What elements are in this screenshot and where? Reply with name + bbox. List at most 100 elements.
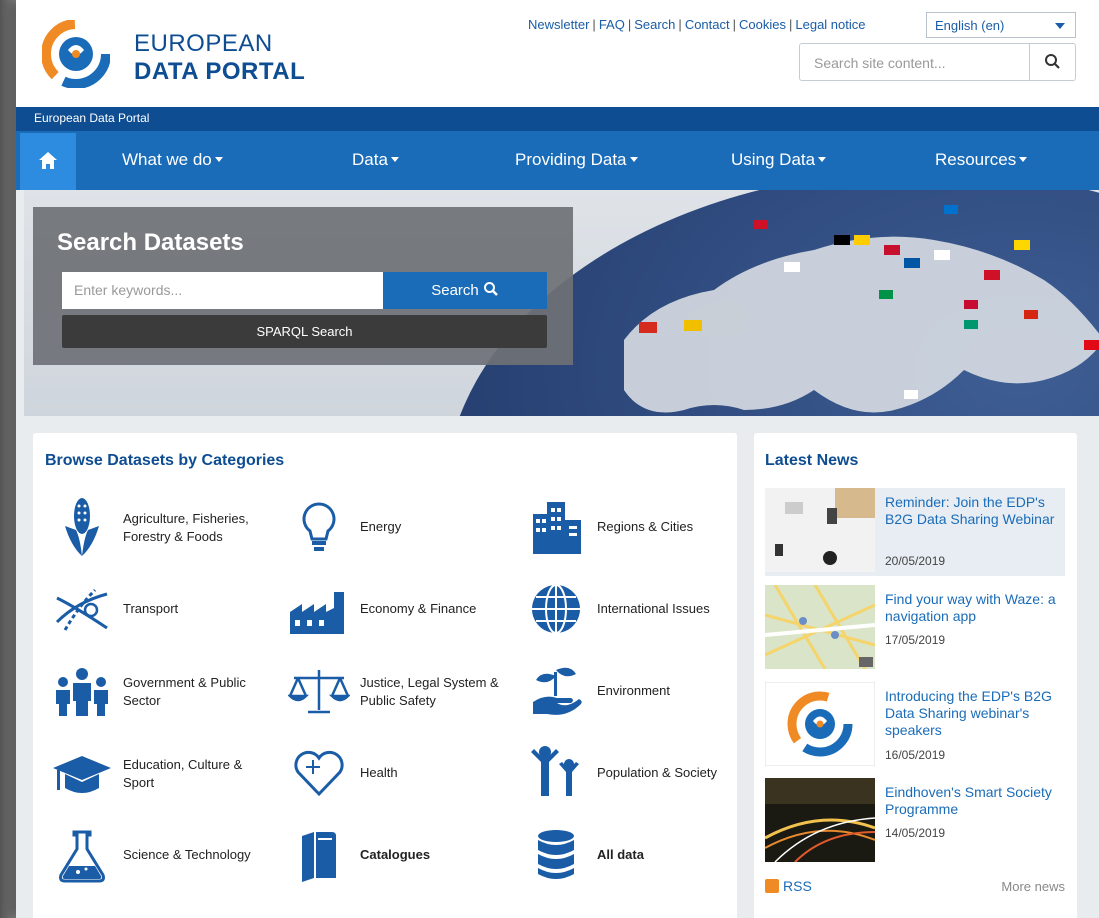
- category-transport[interactable]: Transport: [51, 578, 281, 648]
- latest-news-title: Latest News: [765, 452, 859, 469]
- link-contact[interactable]: Contact: [685, 17, 730, 32]
- category-energy[interactable]: Energy: [288, 496, 518, 566]
- plant-hand-icon: [533, 667, 582, 715]
- chevron-down-icon: [390, 157, 399, 162]
- nav-label: Providing Data: [515, 150, 627, 169]
- category-regions-cities[interactable]: Regions & Cities: [525, 496, 755, 566]
- edp-logo-icon[interactable]: [42, 20, 110, 88]
- category-health[interactable]: Health: [288, 742, 518, 812]
- category-label: Environment: [597, 683, 670, 698]
- nav-home-button[interactable]: [20, 133, 76, 190]
- news-thumbnail: [765, 682, 875, 766]
- news-item[interactable]: Reminder: Join the EDP's B2G Data Sharin…: [765, 488, 1065, 576]
- nav-resources[interactable]: Resources: [935, 150, 1028, 170]
- category-population[interactable]: Population & Society: [525, 742, 755, 812]
- site-search-input[interactable]: Search site content...: [799, 43, 1076, 81]
- chevron-down-icon: [818, 157, 827, 162]
- nav-label: Resources: [935, 150, 1017, 169]
- link-cookies[interactable]: Cookies: [739, 17, 786, 32]
- rss-icon: [765, 879, 779, 893]
- category-label: Regions & Cities: [597, 519, 694, 534]
- category-label: Education, Culture & Sport: [123, 757, 243, 790]
- search-button[interactable]: Search: [383, 272, 547, 309]
- logo-text[interactable]: EUROPEAN DATA PORTAL: [134, 30, 305, 86]
- category-environment[interactable]: Environment: [525, 660, 755, 730]
- category-international[interactable]: International Issues: [525, 578, 755, 648]
- globe-icon: [532, 584, 580, 634]
- news-thumbnail: [765, 778, 875, 862]
- category-label: Justice, Legal System & Public Safety: [360, 675, 499, 708]
- breadcrumb[interactable]: European Data Portal: [16, 107, 1099, 131]
- news-date: 17/05/2019: [885, 633, 946, 647]
- link-legal-notice[interactable]: Legal notice: [795, 17, 865, 32]
- site-search-button[interactable]: [1029, 44, 1075, 80]
- link-search[interactable]: Search: [634, 17, 675, 32]
- search-datasets-panel: Search Datasets Enter keywords... Search…: [33, 207, 573, 365]
- search-datasets-title: Search Datasets: [57, 229, 244, 256]
- category-label: Health: [360, 765, 398, 780]
- news-thumbnail: [765, 585, 875, 669]
- search-button-label: Search: [431, 282, 479, 299]
- latest-news-panel: Latest News Reminder: Join the EDP's B2G…: [754, 433, 1077, 918]
- chevron-down-icon: [1055, 23, 1065, 29]
- news-item[interactable]: Introducing the EDP's B2G Data Sharing w…: [765, 682, 1065, 770]
- category-label: Economy & Finance: [360, 601, 477, 616]
- nav-label: What we do: [122, 150, 212, 169]
- news-item[interactable]: Eindhoven's Smart Society Programme 14/0…: [765, 778, 1065, 866]
- news-date: 14/05/2019: [885, 826, 946, 840]
- people-icon: [56, 668, 108, 716]
- search-icon: [1045, 54, 1060, 69]
- category-justice[interactable]: Justice, Legal System & Public Safety: [288, 660, 518, 730]
- keywords-input[interactable]: Enter keywords...: [62, 272, 383, 309]
- nav-using-data[interactable]: Using Data: [731, 150, 827, 170]
- category-label: Population & Society: [597, 765, 717, 780]
- news-title: Introducing the EDP's B2G Data Sharing w…: [885, 688, 1052, 738]
- link-newsletter[interactable]: Newsletter: [528, 17, 589, 32]
- category-science[interactable]: Science & Technology: [51, 824, 281, 894]
- language-select[interactable]: English (en): [926, 12, 1076, 38]
- category-label: Catalogues: [360, 847, 431, 862]
- news-title: Reminder: Join the EDP's B2G Data Sharin…: [885, 494, 1055, 527]
- nav-label: Data: [352, 150, 388, 169]
- chevron-down-icon: [214, 157, 223, 162]
- nav-label: Using Data: [731, 150, 816, 169]
- graduation-cap-icon: [53, 756, 111, 793]
- category-education[interactable]: Education, Culture & Sport: [51, 742, 281, 812]
- category-label: Transport: [123, 601, 179, 616]
- separator: |: [678, 17, 682, 32]
- heart-icon: [294, 750, 344, 797]
- category-agriculture[interactable]: Agriculture, Fisheries, Forestry & Foods: [51, 496, 281, 566]
- category-label: Energy: [360, 519, 402, 534]
- link-faq[interactable]: FAQ: [599, 17, 625, 32]
- news-title: Eindhoven's Smart Society Programme: [885, 784, 1052, 817]
- category-economy-finance[interactable]: Economy & Finance: [288, 578, 518, 648]
- news-title: Find your way with Waze: a navigation ap…: [885, 591, 1056, 624]
- more-news-link[interactable]: More news: [1001, 879, 1065, 894]
- scales-icon: [288, 670, 350, 714]
- news-date: 20/05/2019: [885, 554, 946, 568]
- nav-providing-data[interactable]: Providing Data: [515, 150, 638, 170]
- category-government[interactable]: Government & Public Sector: [51, 660, 281, 730]
- rss-link[interactable]: RSS: [765, 878, 812, 894]
- main-nav: What we do Data Providing Data Using Dat…: [16, 131, 1099, 190]
- category-label: All data: [597, 847, 644, 862]
- nav-what-we-do[interactable]: What we do: [122, 150, 223, 170]
- flask-icon: [59, 830, 105, 883]
- categories-panel: Browse Datasets by Categories Agricultur…: [33, 433, 737, 918]
- buildings-icon: [533, 502, 581, 554]
- corn-icon: [65, 498, 99, 556]
- lightbulb-icon: [302, 502, 336, 551]
- logo-line1: EUROPEAN: [134, 30, 273, 57]
- news-item[interactable]: Find your way with Waze: a navigation ap…: [765, 585, 1065, 673]
- home-icon: [39, 152, 57, 169]
- nav-data[interactable]: Data: [352, 150, 399, 170]
- sparql-search-button[interactable]: SPARQL Search: [62, 315, 547, 348]
- separator: |: [627, 17, 632, 32]
- separator: |: [732, 17, 737, 32]
- language-value: English (en): [935, 18, 1005, 33]
- database-icon: [538, 830, 574, 879]
- category-all-data[interactable]: All data: [525, 824, 755, 894]
- rss-label: RSS: [783, 878, 812, 894]
- category-catalogues[interactable]: Catalogues: [288, 824, 518, 894]
- hero-banner: Search Datasets Enter keywords... Search…: [24, 190, 1099, 416]
